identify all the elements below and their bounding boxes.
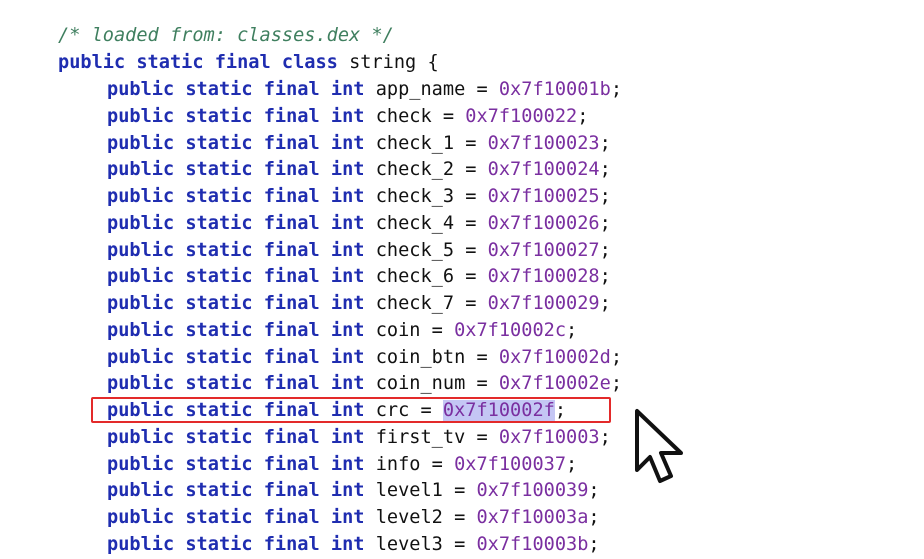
field-modifiers: public static final [107, 453, 320, 475]
field-name: level2 [375, 507, 443, 528]
field-value: 0x7f100026 [487, 212, 600, 234]
field-value: 0x7f100025 [487, 186, 600, 207]
field-name: coin_num [375, 373, 466, 395]
field-type: int [330, 293, 365, 314]
field-type: int [330, 319, 365, 341]
field-name: crc [375, 400, 410, 421]
field-name: info [375, 453, 421, 475]
field-line-coin-btn: public static final int coin_btn = 0x7f1… [107, 346, 623, 368]
field-modifiers: public static final [107, 400, 320, 421]
field-line-info: public static final int info = 0x7f10003… [107, 453, 578, 475]
field-modifiers: public static final [107, 346, 320, 368]
field-name: check_4 [375, 212, 455, 234]
field-value: 0x7f100039 [476, 480, 589, 502]
field-modifiers: public static final [107, 480, 320, 502]
field-type: int [330, 212, 365, 234]
field-type: int [330, 239, 365, 261]
field-type: int [330, 346, 365, 368]
field-type: int [330, 480, 365, 502]
code-editor[interactable]: /* loaded from: classes.dex */ public st… [0, 0, 924, 555]
field-modifiers: public static final [107, 533, 320, 555]
open-brace: { [427, 52, 439, 73]
field-name: check [375, 105, 432, 127]
field-type: int [330, 533, 365, 555]
field-line-check-2: public static final int check_2 = 0x7f10… [107, 159, 611, 181]
field-value: 0x7f100027 [487, 239, 600, 261]
field-line-crc: public static final int crc = 0x7f10002f… [107, 400, 567, 421]
field-value: 0x7f100037 [454, 453, 567, 475]
class-keywords: public static final class [58, 52, 338, 73]
field-name: level1 [375, 480, 443, 502]
field-type: int [330, 105, 365, 127]
field-type: int [330, 186, 365, 207]
field-line-level3: public static final int level3 = 0x7f100… [107, 533, 600, 555]
field-modifiers: public static final [107, 426, 320, 448]
field-line-check-6: public static final int check_6 = 0x7f10… [107, 266, 611, 288]
class-declaration: public static final class string { [58, 50, 439, 77]
field-name: check_1 [375, 132, 455, 154]
field-value: 0x7f100024 [487, 159, 600, 181]
field-line-first-tv: public static final int first_tv = 0x7f1… [107, 426, 611, 448]
field-modifiers: public static final [107, 159, 320, 181]
field-type: int [330, 426, 365, 448]
field-name: check_2 [375, 159, 455, 181]
field-value: 0x7f100022 [465, 105, 578, 127]
field-modifiers: public static final [107, 212, 320, 234]
field-value: 0x7f10002e [498, 373, 611, 395]
field-value: 0x7f10003b [476, 533, 589, 555]
field-modifiers: public static final [107, 79, 320, 100]
field-line-check-3: public static final int check_3 = 0x7f10… [107, 186, 611, 207]
field-modifiers: public static final [107, 293, 320, 314]
field-name: check_5 [375, 239, 455, 261]
field-type: int [330, 79, 365, 100]
field-modifiers: public static final [107, 186, 320, 207]
field-value: 0x7f10003a [476, 507, 589, 528]
field-line-app-name: public static final int app_name = 0x7f1… [107, 79, 623, 100]
field-modifiers: public static final [107, 319, 320, 341]
field-name: check_6 [375, 266, 455, 288]
field-line-check-4: public static final int check_4 = 0x7f10… [107, 212, 611, 234]
field-type: int [330, 373, 365, 395]
field-value: 0x7f10002d [498, 346, 611, 368]
file-comment: /* loaded from: classes.dex */ [58, 25, 394, 46]
field-modifiers: public static final [107, 105, 320, 127]
field-modifiers: public static final [107, 507, 320, 528]
field-value[interactable]: 0x7f10002f [442, 400, 555, 421]
field-type: int [330, 400, 365, 421]
field-name: first_tv [375, 426, 466, 448]
field-line-check-7: public static final int check_7 = 0x7f10… [107, 293, 611, 314]
field-line-check-5: public static final int check_5 = 0x7f10… [107, 239, 611, 261]
field-line-coin: public static final int coin = 0x7f10002… [107, 319, 578, 341]
field-type: int [330, 507, 365, 528]
field-type: int [330, 266, 365, 288]
field-value: 0x7f10003 [498, 426, 600, 448]
field-line-coin-num: public static final int coin_num = 0x7f1… [107, 373, 623, 395]
mouse-pointer-icon [635, 409, 683, 483]
field-name: check_7 [375, 293, 455, 314]
field-line-level2: public static final int level2 = 0x7f100… [107, 507, 600, 528]
class-name: string [349, 52, 417, 73]
field-value: 0x7f100029 [487, 293, 600, 314]
field-value: 0x7f100023 [487, 132, 600, 154]
field-value: 0x7f100028 [487, 266, 600, 288]
field-modifiers: public static final [107, 239, 320, 261]
field-value: 0x7f10001b [498, 79, 611, 100]
field-name: level3 [375, 533, 443, 555]
field-value: 0x7f10002c [454, 319, 567, 341]
field-modifiers: public static final [107, 266, 320, 288]
field-line-level1: public static final int level1 = 0x7f100… [107, 480, 600, 502]
field-line-check-1: public static final int check_1 = 0x7f10… [107, 132, 611, 154]
field-type: int [330, 159, 365, 181]
field-name: coin_btn [375, 346, 466, 368]
field-modifiers: public static final [107, 132, 320, 154]
field-type: int [330, 453, 365, 475]
field-modifiers: public static final [107, 373, 320, 395]
field-name: app_name [375, 79, 466, 100]
field-name: coin [375, 319, 421, 341]
field-name: check_3 [375, 186, 455, 207]
field-line-check: public static final int check = 0x7f1000… [107, 105, 589, 127]
field-type: int [330, 132, 365, 154]
